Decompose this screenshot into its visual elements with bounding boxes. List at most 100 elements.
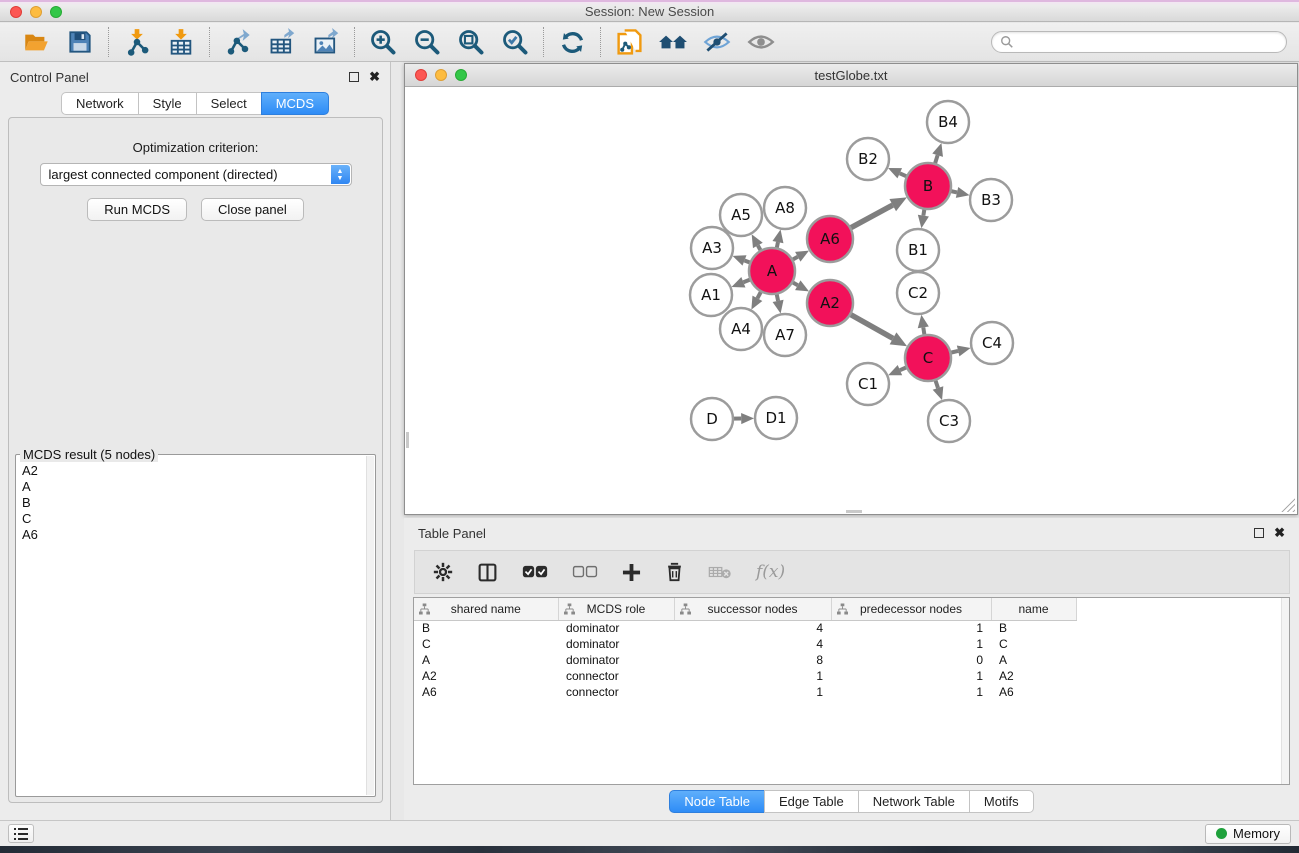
graph-node-C[interactable]: C [905,335,951,381]
graph-node-A2[interactable]: A2 [807,280,853,326]
graph-node-A8[interactable]: A8 [764,187,806,229]
graph-node-B1[interactable]: B1 [897,229,939,271]
close-table-panel-icon[interactable]: ✖ [1274,528,1285,538]
zoom-in-icon[interactable] [368,27,398,57]
delete-table-icon[interactable] [708,564,732,580]
function-builder-icon[interactable]: f(x) [756,562,785,582]
table-cell[interactable]: A [991,652,1076,668]
tab-select[interactable]: Select [196,92,261,115]
table-row[interactable]: Cdominator41C [414,636,1092,652]
mcds-result-item[interactable]: A2 [20,463,366,479]
mcds-result-item[interactable]: A [20,479,366,495]
table-cell[interactable]: A2 [414,668,558,684]
graph-node-C3[interactable]: C3 [928,400,970,442]
export-table-icon[interactable] [267,27,297,57]
float-panel-icon[interactable] [349,72,359,82]
zoom-out-icon[interactable] [412,27,442,57]
graph-node-D[interactable]: D [691,398,733,440]
table-cell[interactable]: 4 [674,636,831,652]
save-session-icon[interactable] [65,27,95,57]
column-header-shared-name[interactable]: shared name [414,598,558,620]
tab-network[interactable]: Network [61,92,138,115]
tab-node-table[interactable]: Node Table [669,790,764,813]
table-cell[interactable]: A [414,652,558,668]
graph-node-B2[interactable]: B2 [847,138,889,180]
table-cell[interactable]: C [991,636,1076,652]
graph-edge-C-C3[interactable] [935,380,938,388]
zoom-fit-icon[interactable] [456,27,486,57]
tab-network-table[interactable]: Network Table [858,790,969,813]
graph-node-B4[interactable]: B4 [927,101,969,143]
table-cell[interactable]: 1 [831,684,991,700]
table-cell[interactable]: A6 [414,684,558,700]
graph-node-C1[interactable]: C1 [847,363,889,405]
graph-node-C2[interactable]: C2 [897,272,939,314]
graph-node-D1[interactable]: D1 [755,397,797,439]
add-column-icon[interactable] [622,563,641,582]
graph-node-A1[interactable]: A1 [690,274,732,316]
canvas-left-scroll-stub[interactable] [406,432,409,448]
table-cell[interactable]: 0 [831,652,991,668]
tab-mcds[interactable]: MCDS [261,92,329,115]
run-mcds-button[interactable]: Run MCDS [87,198,187,221]
mcds-result-item[interactable]: C [20,511,366,527]
table-cell[interactable]: 1 [674,684,831,700]
close-panel-icon[interactable]: ✖ [369,72,380,82]
search-input[interactable] [1014,35,1278,49]
result-list-scrollbar[interactable] [366,456,374,795]
table-cell[interactable]: C [414,636,558,652]
graph-edge-A6-B[interactable] [850,205,892,228]
export-image-icon[interactable] [311,27,341,57]
table-cell[interactable]: 1 [831,620,991,636]
table-cell[interactable]: A2 [991,668,1076,684]
table-cell[interactable]: B [414,620,558,636]
memory-button[interactable]: Memory [1205,824,1291,844]
table-scrollbar[interactable] [1281,598,1289,784]
task-history-button[interactable] [8,824,34,843]
show-column-icon[interactable] [477,562,498,583]
tab-motifs[interactable]: Motifs [969,790,1034,813]
column-header-successor-nodes[interactable]: successor nodes [674,598,831,620]
graph-node-A3[interactable]: A3 [691,227,733,269]
table-cell[interactable]: dominator [558,652,674,668]
table-cell[interactable]: dominator [558,636,674,652]
delete-column-icon[interactable] [665,562,684,582]
column-header-MCDS-role[interactable]: MCDS role [558,598,674,620]
table-cell[interactable]: connector [558,668,674,684]
open-file-icon[interactable] [21,27,51,57]
table-row[interactable]: A6connector11A6 [414,684,1092,700]
graph-node-A[interactable]: A [749,248,795,294]
table-cell[interactable]: 1 [674,668,831,684]
duplicate-network-icon[interactable] [614,27,644,57]
mcds-result-item[interactable]: B [20,495,366,511]
table-cell[interactable]: connector [558,684,674,700]
tab-style[interactable]: Style [138,92,196,115]
table-row[interactable]: A2connector11A2 [414,668,1092,684]
table-cell[interactable]: 1 [831,668,991,684]
float-table-panel-icon[interactable] [1254,528,1264,538]
zoom-selected-icon[interactable] [500,27,530,57]
graph-node-A5[interactable]: A5 [720,194,762,236]
import-table-icon[interactable] [166,27,196,57]
window-resize-grip[interactable] [1281,498,1295,512]
show-all-eye-icon[interactable] [746,27,776,57]
close-panel-button[interactable]: Close panel [201,198,304,221]
refresh-icon[interactable] [557,27,587,57]
mcds-result-list[interactable]: A2ABCA6 [20,463,366,794]
graph-node-B[interactable]: B [905,163,951,209]
select-all-checks-icon[interactable] [522,564,548,580]
canvas-bottom-scroll-stub[interactable] [846,510,862,513]
graph-edge-A2-C[interactable] [850,314,893,338]
network-canvas[interactable]: B4B2BB3A5A8A6B1A3AC2A1A2A4A7C4CC1DD1C3 [406,88,1296,513]
table-cell[interactable]: B [991,620,1076,636]
graph-edge-B-B4[interactable] [935,155,938,164]
table-cell[interactable]: 8 [674,652,831,668]
home-layout-icon[interactable] [658,27,688,57]
search-field[interactable] [991,31,1287,53]
import-network-icon[interactable] [122,27,152,57]
mcds-result-item[interactable]: A6 [20,527,366,543]
table-row[interactable]: Bdominator41B [414,620,1092,636]
graph-node-A7[interactable]: A7 [764,314,806,356]
table-cell[interactable]: A6 [991,684,1076,700]
table-cell[interactable]: dominator [558,620,674,636]
